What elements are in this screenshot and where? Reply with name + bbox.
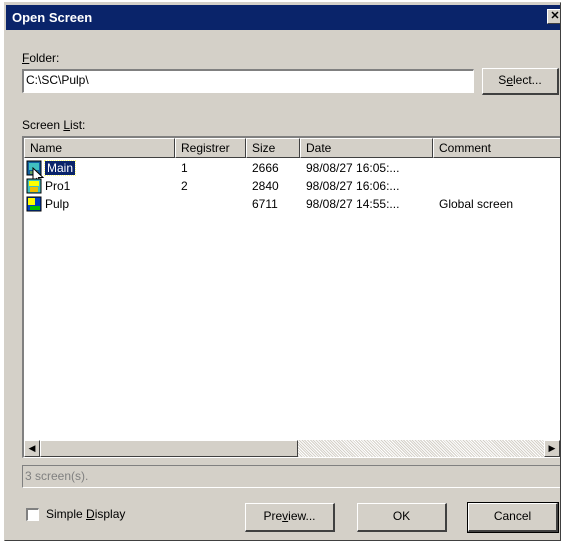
simple-display-accel: D [86, 507, 95, 521]
window-title: Open Screen [12, 10, 93, 25]
folder-path-field[interactable]: C:\SC\Pulp\ [22, 69, 474, 93]
preview-btn-text-pre: Pre [263, 509, 283, 523]
horizontal-scrollbar[interactable]: ◀ ▶ [24, 440, 560, 457]
folder-label-text: older: [29, 51, 60, 65]
row-name: Main [43, 160, 77, 176]
column-header-comment[interactable]: Comment [433, 138, 560, 158]
row-size: 2666 [252, 161, 279, 175]
simple-display-checkbox[interactable] [26, 508, 39, 521]
close-button[interactable]: ✕ [547, 9, 560, 24]
folder-label: Folder: [22, 51, 59, 65]
screen-icon-pro1 [26, 178, 42, 194]
title-bar[interactable]: Open Screen ✕ [6, 5, 560, 30]
row-date: 98/08/27 16:05:... [306, 161, 400, 175]
preview-btn-text-post: iew... [288, 509, 316, 523]
row-name: Pro1 [45, 179, 71, 193]
column-header-name[interactable]: Name [24, 138, 175, 158]
select-folder-button[interactable]: Select... [482, 68, 559, 95]
column-header-date[interactable]: Date [300, 138, 433, 158]
status-bar: 3 screen(s). [22, 465, 560, 488]
table-row[interactable]: Pulp 6711 98/08/27 14:55:... Global scre… [24, 195, 560, 213]
simple-display-label[interactable]: Simple Display [46, 507, 125, 521]
column-header-size[interactable]: Size [246, 138, 300, 158]
table-row[interactable]: Main 1 2666 98/08/27 16:05:... [24, 159, 560, 185]
table-row[interactable]: Pro1 2 2840 98/08/27 16:06:... [24, 177, 560, 195]
column-header-registrer[interactable]: Registrer [175, 138, 246, 158]
preview-button[interactable]: Preview... [245, 503, 335, 532]
ok-button[interactable]: OK [357, 503, 447, 532]
row-date: 98/08/27 16:06:... [306, 179, 400, 193]
row-size: 6711 [252, 197, 278, 211]
scroll-thumb[interactable] [40, 440, 298, 457]
simple-display-text-post: isplay [94, 507, 126, 521]
open-screen-dialog: Open Screen ✕ Folder: C:\SC\Pulp\ Select… [4, 2, 561, 541]
row-registrer: 2 [181, 179, 188, 193]
screen-list[interactable]: Name Registrer Size Date Comment Main 1 … [22, 136, 560, 458]
row-registrer: 1 [181, 161, 188, 175]
row-size: 2840 [252, 179, 279, 193]
cancel-button[interactable]: Cancel [467, 502, 559, 533]
global-screen-icon [26, 196, 42, 212]
scroll-left-button[interactable]: ◀ [24, 440, 40, 457]
select-btn-accel: e [506, 73, 513, 87]
row-comment: Global screen [439, 197, 514, 211]
row-name: Pulp [45, 197, 70, 211]
screen-list-label: Screen List: [22, 118, 85, 132]
simple-display-text-pre: Simple [46, 507, 87, 521]
scroll-right-button[interactable]: ▶ [544, 440, 560, 457]
screen-list-label-pre: Screen [22, 118, 64, 132]
select-btn-text-post: lect... [513, 73, 542, 87]
screen-list-label-post: ist: [70, 118, 86, 132]
row-date: 98/08/27 14:55:... [306, 197, 400, 211]
